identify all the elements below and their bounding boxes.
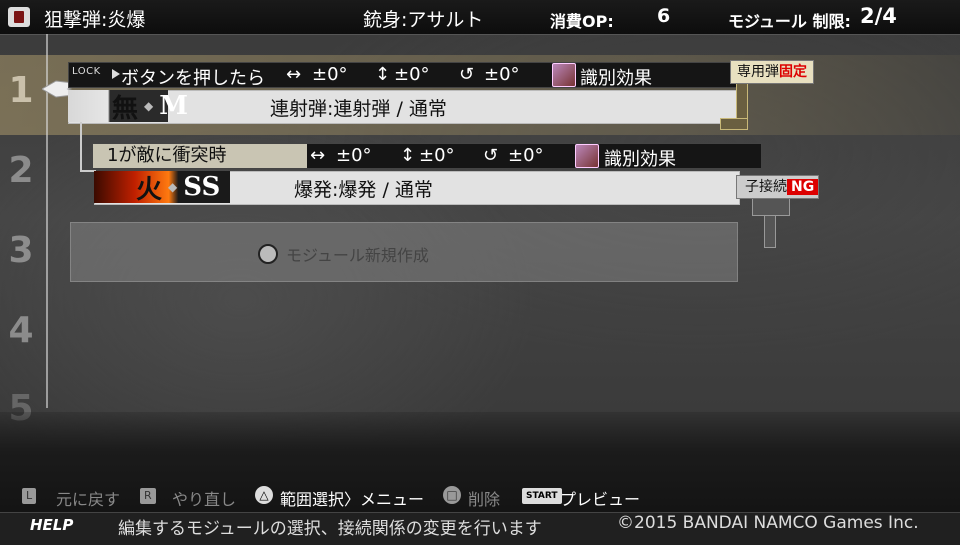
play-icon [112, 69, 120, 79]
module-2-tag: 子接続 NG [736, 175, 820, 199]
module-2-effect: 識別効果 [604, 149, 676, 170]
module-1-tag-prefix: 専用弾 [737, 64, 779, 80]
module-2-tag-prefix: 子接続 [745, 179, 787, 195]
gun-label: 銃身:アサルト [363, 5, 483, 32]
module-1-size: M [159, 91, 189, 121]
new-module-label: モジュール新規作成 [286, 246, 429, 265]
module-1-description: 連射弾:連射弾 / 通常 [270, 98, 447, 120]
tree-connector [80, 122, 82, 170]
module-1-element: 無 [112, 93, 139, 124]
rotate-icon: ↺ [459, 64, 475, 85]
delete-label[interactable]: 削除 [468, 486, 500, 510]
module-2-element: 火 [136, 174, 163, 205]
vertical-arrow-icon: ↕ [375, 64, 391, 85]
module-2-connector-foot [752, 198, 790, 216]
module-1-effect: 識別効果 [580, 68, 652, 89]
gun-value: アサルト [407, 9, 484, 31]
module-2-tag-highlight: NG [787, 179, 819, 195]
copyright: ©2015 BANDAI NAMCO Games Inc. [617, 513, 919, 533]
chevron-right-icon: 〉 [344, 490, 361, 509]
help-text: 編集するモジュールの選択、接続関係の変更を行います [118, 519, 542, 539]
row-number-3[interactable]: 3 [4, 230, 38, 271]
horizontal-arrow-icon: ↔ [310, 145, 326, 166]
vertical-arrow-icon: ↕ [400, 145, 416, 166]
module-1-tag: 専用弾固定 [730, 60, 814, 84]
rotate-icon: ↺ [483, 145, 499, 166]
module-1-connector-foot [720, 118, 748, 130]
bullet-name: 狙撃弾:炎爆 [44, 9, 146, 31]
identify-effect-icon [575, 144, 599, 168]
module-1-badge: 無 ◆ M [68, 90, 188, 124]
module-2-trigger: 1が敵に衝突時 [93, 144, 307, 168]
module-2-description: 爆発:爆発 / 通常 [294, 179, 433, 201]
square-button-icon: □ [443, 486, 461, 504]
diamond-icon: ◆ [144, 99, 154, 113]
menu-text: メニュー [360, 490, 425, 509]
row-number-2[interactable]: 2 [4, 150, 38, 191]
book-icon [8, 7, 30, 27]
triangle-button-icon: △ [255, 486, 273, 504]
diamond-icon: ◆ [168, 180, 178, 194]
row-number-1[interactable]: 1 [4, 70, 38, 111]
redo-label[interactable]: やり直し [172, 486, 236, 510]
identify-effect-icon [552, 63, 576, 87]
range-select-text: 範囲選択 [280, 490, 345, 509]
limit-value: 2/4 [860, 4, 897, 28]
preview-label[interactable]: プレビュー [560, 486, 640, 510]
horizontal-arrow-icon: ↔ [286, 64, 302, 85]
range-select-label[interactable]: 範囲選択〉メニュー [280, 486, 424, 510]
module-2-h-angle: ±0° [336, 145, 372, 166]
row-number-4[interactable]: 4 [4, 310, 38, 351]
module-2-badge: 火 ◆ SS [94, 171, 230, 205]
module-1-v-angle: ±0° [394, 64, 430, 85]
op-label: 消費OP: [550, 12, 614, 31]
limit-label: モジュール 制限: [728, 12, 851, 31]
module-1-h-angle: ±0° [312, 64, 348, 85]
module-2-v-angle: ±0° [419, 145, 455, 166]
l-button-icon: L [22, 488, 37, 504]
r-button-icon: R [140, 488, 156, 504]
lock-label: LOCK [72, 66, 101, 77]
module-2-size: SS [183, 172, 221, 202]
gun-label-text: 銃身: [363, 9, 408, 31]
op-value: 6 [657, 5, 671, 27]
module-1-r-angle: ±0° [484, 64, 520, 85]
help-label: HELP [30, 516, 74, 534]
circle-button-icon [258, 244, 278, 264]
undo-label[interactable]: 元に戻す [56, 486, 120, 510]
module-1-trigger: ボタンを押したら [121, 68, 265, 89]
module-2-r-angle: ±0° [508, 145, 544, 166]
start-button-icon: START [522, 488, 562, 504]
module-1-tag-highlight: 固定 [779, 64, 807, 80]
